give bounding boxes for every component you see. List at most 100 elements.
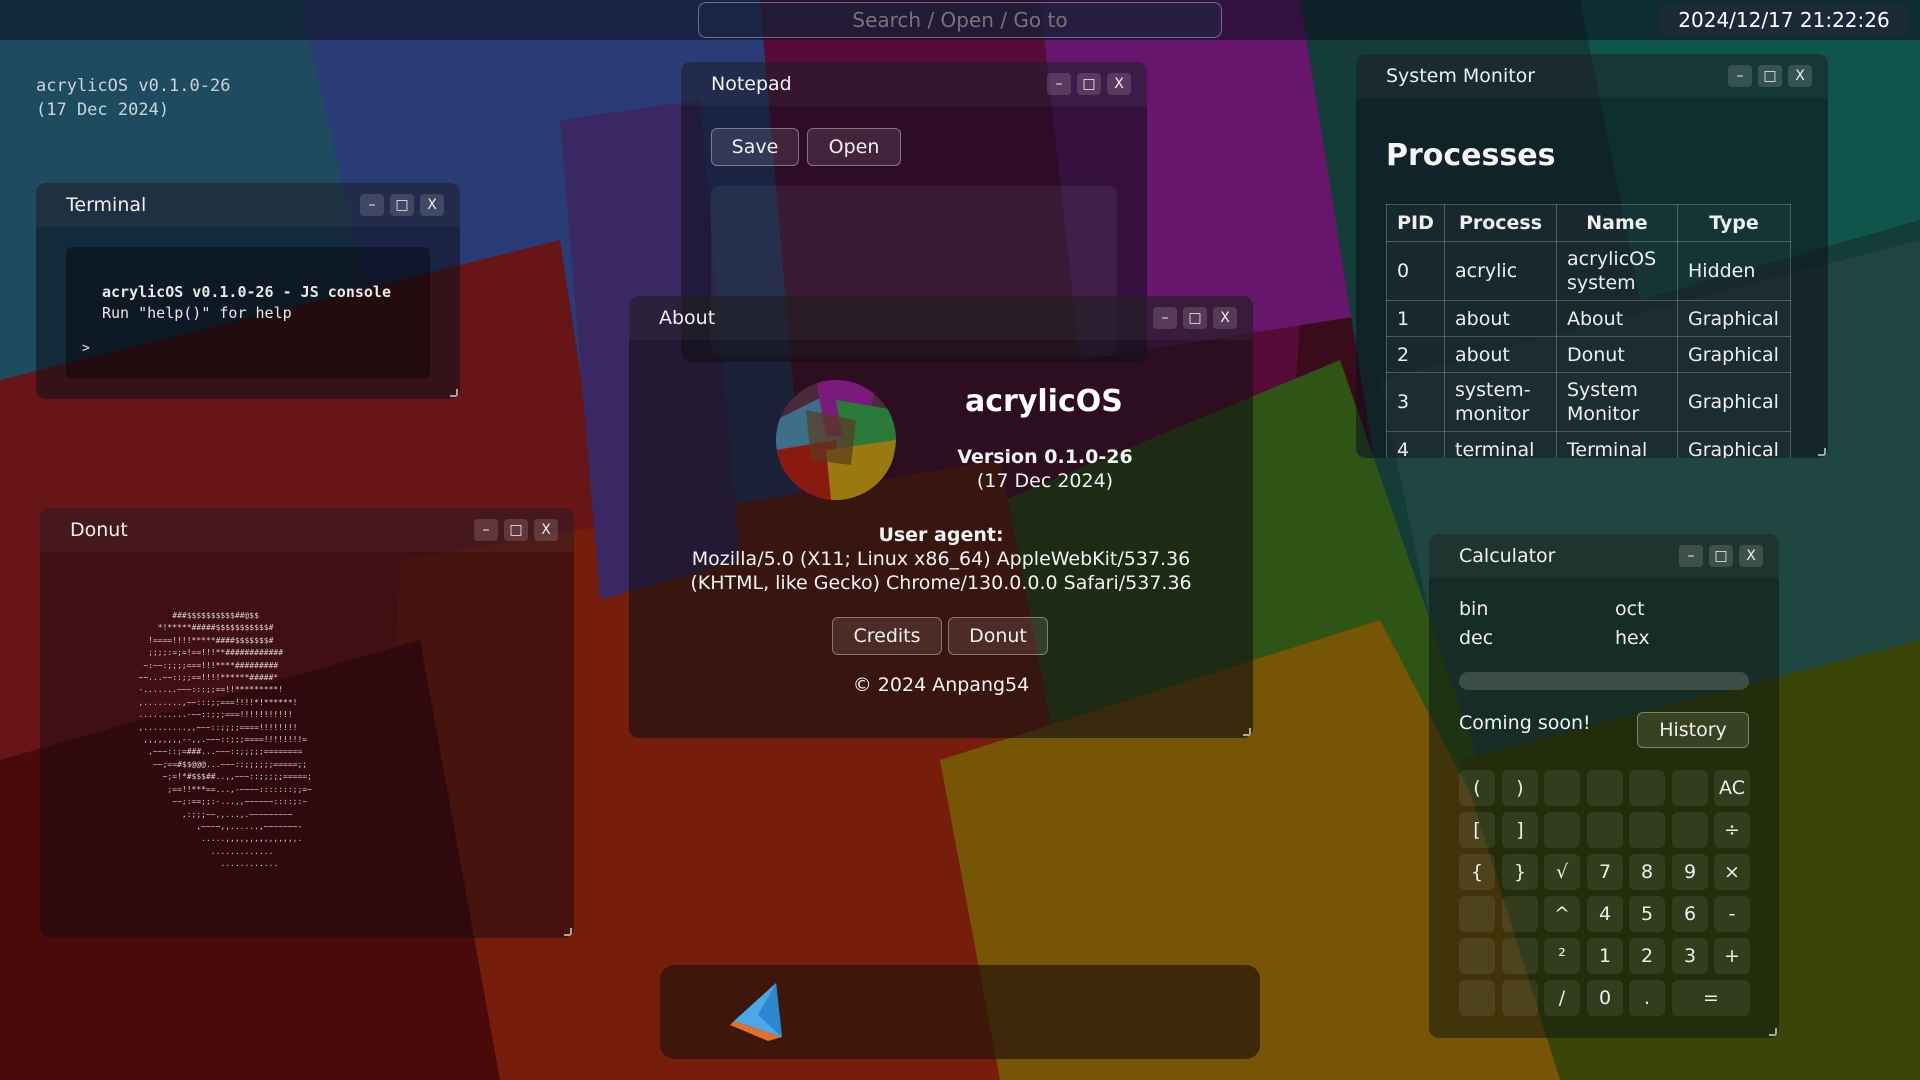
calc-key[interactable] <box>1502 938 1538 974</box>
calc-key[interactable]: 2 <box>1629 938 1665 974</box>
calc-key[interactable]: } <box>1502 854 1538 890</box>
about-titlebar[interactable]: About – □ X <box>629 296 1253 340</box>
calc-key[interactable]: 0 <box>1587 980 1623 1016</box>
maximize-button[interactable]: □ <box>504 519 528 541</box>
calculator-titlebar[interactable]: Calculator – □ X <box>1429 534 1779 578</box>
calc-key[interactable] <box>1502 980 1538 1016</box>
minimize-button[interactable]: – <box>1679 545 1703 567</box>
calc-key[interactable] <box>1587 770 1623 806</box>
close-button[interactable]: X <box>1107 73 1131 95</box>
table-row[interactable]: 3 system-monitor System Monitor Graphical <box>1386 372 1791 432</box>
resize-handle[interactable] <box>450 389 458 397</box>
cell-text: terminal <box>1455 438 1535 459</box>
minimize-button[interactable]: – <box>474 519 498 541</box>
notepad-titlebar[interactable]: Notepad – □ X <box>681 62 1147 106</box>
calc-key[interactable]: / <box>1544 980 1580 1016</box>
calc-key[interactable] <box>1672 770 1708 806</box>
terminal-console[interactable]: acrylicOS v0.1.0-26 - JS console Run "he… <box>66 247 430 379</box>
calc-key[interactable]: = <box>1672 980 1750 1016</box>
calc-key[interactable] <box>1544 770 1580 806</box>
calc-key[interactable] <box>1672 812 1708 848</box>
calc-key[interactable]: ÷ <box>1714 812 1750 848</box>
minimize-button[interactable]: – <box>1047 73 1071 95</box>
mode-bin[interactable]: bin <box>1459 598 1488 620</box>
console-banner: acrylicOS v0.1.0-26 - JS console <box>102 283 391 301</box>
console-prompt[interactable]: > <box>82 341 90 356</box>
donut-ascii-art: ###$$$$$$$$$$##@$$ *!*****#####$$$$$$$$$… <box>100 610 520 871</box>
close-button[interactable]: X <box>1213 307 1237 329</box>
resize-handle[interactable] <box>1818 448 1826 456</box>
resize-handle[interactable] <box>1769 1028 1777 1036</box>
acrylic-logo-icon[interactable] <box>728 979 790 1043</box>
calc-key[interactable] <box>1459 980 1495 1016</box>
terminal-titlebar[interactable]: Terminal – □ X <box>36 183 460 227</box>
calc-key[interactable]: - <box>1714 896 1750 932</box>
mode-dec[interactable]: dec <box>1459 627 1493 649</box>
calc-key[interactable]: + <box>1714 938 1750 974</box>
minimize-button[interactable]: – <box>1153 307 1177 329</box>
calc-key[interactable]: . <box>1629 980 1665 1016</box>
calc-key[interactable] <box>1544 812 1580 848</box>
calc-key[interactable]: 4 <box>1587 896 1623 932</box>
calc-key[interactable]: 8 <box>1629 854 1665 890</box>
table-row[interactable]: 2 about Donut Graphical <box>1386 336 1791 373</box>
donut-button[interactable]: Donut <box>948 617 1048 655</box>
minimize-button[interactable]: – <box>360 194 384 216</box>
calc-key[interactable]: { <box>1459 854 1495 890</box>
system-monitor-titlebar[interactable]: System Monitor – □ X <box>1356 54 1828 98</box>
maximize-button[interactable]: □ <box>1077 73 1101 95</box>
calc-key[interactable] <box>1502 896 1538 932</box>
column-header-pid: PID <box>1386 204 1445 242</box>
table-row[interactable]: 0 acrylic acrylicOS system Hidden <box>1386 241 1791 301</box>
table-row[interactable]: 4 terminal Terminal Graphical <box>1386 431 1791 459</box>
calc-key[interactable]: ] <box>1502 812 1538 848</box>
resize-handle[interactable] <box>1243 728 1251 736</box>
calc-key[interactable]: ( <box>1459 770 1495 806</box>
calc-key[interactable] <box>1629 812 1665 848</box>
mode-oct[interactable]: oct <box>1615 598 1645 620</box>
history-button[interactable]: History <box>1637 712 1749 748</box>
table-row[interactable]: 1 about About Graphical <box>1386 300 1791 337</box>
calc-key[interactable]: √ <box>1544 854 1580 890</box>
close-button[interactable]: X <box>1739 545 1763 567</box>
maximize-button[interactable]: □ <box>1709 545 1733 567</box>
user-agent-line: Mozilla/5.0 (X11; Linux x86_64) AppleWeb… <box>691 548 1191 570</box>
ascii-art-line: ,.........,,~~~::;;;;====!!!!!!!! <box>100 722 298 732</box>
calc-key[interactable]: ^ <box>1544 896 1580 932</box>
calc-key[interactable]: 9 <box>1672 854 1708 890</box>
processes-heading: Processes <box>1386 138 1556 173</box>
save-button[interactable]: Save <box>711 128 799 166</box>
calc-key[interactable]: 7 <box>1587 854 1623 890</box>
donut-titlebar[interactable]: Donut – □ X <box>40 508 574 552</box>
ascii-art-line: ,,,,,,,,--,,.~~~::;;;====!!!!!!!!= <box>100 735 308 745</box>
search-input[interactable] <box>698 2 1222 38</box>
calc-key[interactable]: 3 <box>1672 938 1708 974</box>
calc-key[interactable]: 6 <box>1672 896 1708 932</box>
calc-key[interactable]: AC <box>1714 770 1750 806</box>
calc-key[interactable]: ² <box>1544 938 1580 974</box>
close-button[interactable]: X <box>420 194 444 216</box>
close-button[interactable]: X <box>534 519 558 541</box>
calc-key[interactable] <box>1459 938 1495 974</box>
maximize-button[interactable]: □ <box>1183 307 1207 329</box>
calc-key[interactable] <box>1459 896 1495 932</box>
calc-key[interactable] <box>1587 812 1623 848</box>
cell-text: acrylic <box>1455 260 1518 282</box>
calculator-window: Calculator – □ X bin oct dec hex Coming … <box>1429 534 1779 1038</box>
maximize-button[interactable]: □ <box>1758 65 1782 87</box>
mode-hex[interactable]: hex <box>1615 627 1650 649</box>
cell-text: Donut <box>1567 343 1625 366</box>
version-line: acrylicOS v0.1.0-26 <box>36 76 231 96</box>
calc-key[interactable] <box>1629 770 1665 806</box>
calc-key[interactable]: ) <box>1502 770 1538 806</box>
close-button[interactable]: X <box>1788 65 1812 87</box>
open-button[interactable]: Open <box>807 128 901 166</box>
calc-key[interactable]: × <box>1714 854 1750 890</box>
calc-key[interactable]: 5 <box>1629 896 1665 932</box>
maximize-button[interactable]: □ <box>390 194 414 216</box>
calc-key[interactable]: [ <box>1459 812 1495 848</box>
minimize-button[interactable]: – <box>1728 65 1752 87</box>
resize-handle[interactable] <box>564 928 572 936</box>
credits-button[interactable]: Credits <box>832 617 942 655</box>
calc-key[interactable]: 1 <box>1587 938 1623 974</box>
